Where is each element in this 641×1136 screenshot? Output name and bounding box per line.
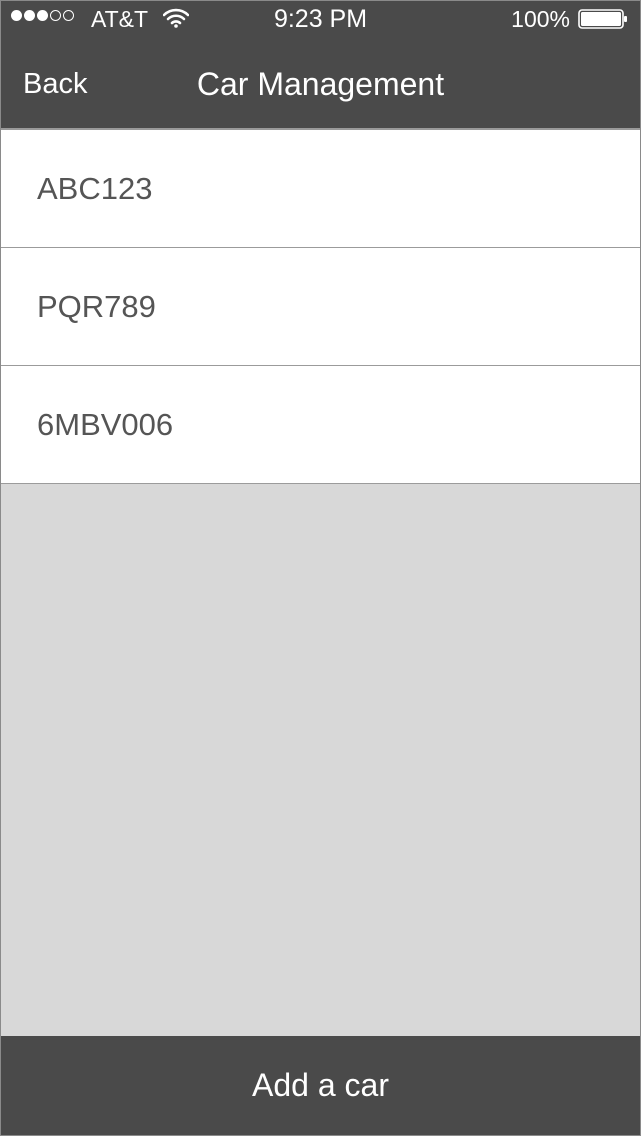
add-car-button[interactable]: Add a car — [1, 1036, 640, 1135]
battery-icon — [578, 9, 627, 29]
car-list: ABC123 PQR789 6MBV006 — [1, 128, 640, 484]
add-car-button-label: Add a car — [252, 1067, 389, 1103]
status-bar: AT&T 9:23 PM 100% — [1, 1, 640, 37]
car-plate-label: 6MBV006 — [37, 406, 174, 442]
page-title: Car Management — [196, 66, 445, 102]
navigation-bar: Back Car Management — [1, 37, 640, 128]
car-management-screen: AT&T 9:23 PM 100% Back Car Management AB… — [0, 0, 641, 1136]
car-list-item[interactable]: 6MBV006 — [1, 366, 640, 484]
car-list-item[interactable]: ABC123 — [1, 130, 640, 248]
car-plate-label: ABC123 — [37, 170, 153, 206]
battery-percentage: 100% — [511, 6, 570, 32]
top-bar: AT&T 9:23 PM 100% Back Car Management — [1, 1, 640, 128]
car-list-item[interactable]: PQR789 — [1, 248, 640, 366]
car-plate-label: PQR789 — [37, 288, 156, 324]
